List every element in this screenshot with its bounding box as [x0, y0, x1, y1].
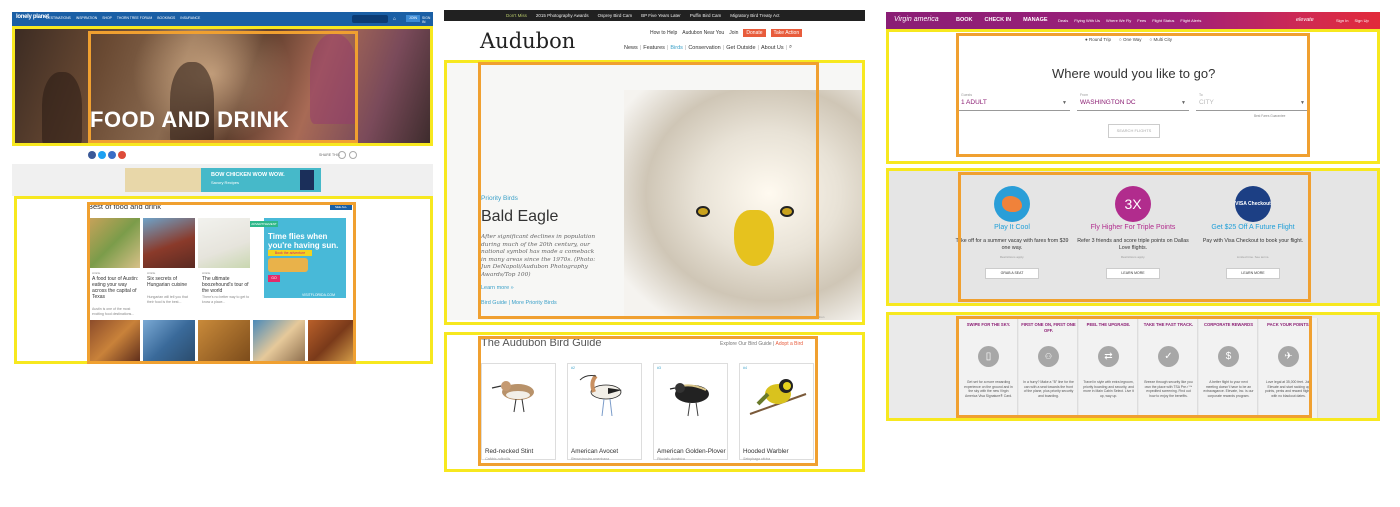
lp-nav-item[interactable]: BOOKINGS: [157, 16, 175, 20]
lp-search-input[interactable]: [352, 15, 388, 23]
va-account-links: Sign In Sign Up: [1336, 18, 1369, 23]
bookmark-icon[interactable]: [349, 151, 357, 159]
donate-button[interactable]: Donate: [743, 29, 766, 37]
lp-nav-item[interactable]: INSPIRATION: [76, 16, 97, 20]
au-util-link[interactable]: Audubon Near You: [682, 30, 724, 36]
lp-share-label: SHARE THIS: [319, 153, 340, 157]
content-highlight-box: [958, 172, 1311, 302]
lp-nav-items: DESTINATIONS INSPIRATION SHOP THORN TREE…: [46, 16, 200, 20]
va-main-nav: BOOK CHECK IN MANAGE: [956, 17, 1048, 23]
content-highlight-box: [956, 33, 1310, 157]
nav-separator: |: [666, 44, 669, 51]
lp-nav-item[interactable]: THORN TREE FORUM: [117, 16, 152, 20]
nav-features[interactable]: Features: [643, 45, 665, 51]
nav-about-us[interactable]: About Us: [761, 45, 784, 51]
au-util-link[interactable]: How to Help: [650, 30, 677, 36]
sign-up-link[interactable]: Sign Up: [1354, 18, 1368, 23]
lp-nav-item[interactable]: SHOP: [102, 16, 112, 20]
search-icon[interactable]: ⌕: [789, 44, 792, 51]
nav-check-in[interactable]: CHECK IN: [985, 17, 1012, 23]
au-main-nav: News | Features | Birds | Conservation | Get…: [624, 44, 792, 51]
googleplus-icon[interactable]: [118, 151, 126, 159]
twitter-icon[interactable]: [98, 151, 106, 159]
au-top-link[interactable]: Migratory Bird Treaty Act: [730, 13, 779, 18]
nav-get-outside[interactable]: Get Outside: [726, 45, 755, 51]
lp-nav-item[interactable]: INSURANCE: [180, 16, 200, 20]
au-top-link: Don't Miss: [506, 13, 527, 18]
au-top-link[interactable]: Osprey Bird Cam: [598, 13, 633, 18]
sign-in-link[interactable]: Sign In: [1336, 18, 1348, 23]
au-utility-nav: How to Help Audubon Near You Join Donate…: [650, 29, 803, 37]
va-sub-link[interactable]: Deals: [1058, 18, 1068, 23]
au-top-links: Don't Miss 2015 Photography Awards Ospre…: [506, 13, 780, 18]
va-sub-nav: Deals Flying With Us Where We Fly Fees F…: [1058, 18, 1201, 23]
cart-icon[interactable]: ⌂: [393, 16, 396, 22]
content-highlight-box: [478, 62, 819, 319]
va-sub-link[interactable]: Flying With Us: [1074, 18, 1100, 23]
nav-separator: |: [722, 44, 725, 51]
va-sub-link[interactable]: Fees: [1137, 18, 1146, 23]
va-logo[interactable]: Virgin america: [894, 16, 939, 23]
content-highlight-box: [478, 336, 818, 466]
au-top-link[interactable]: 2015 Photography Awards: [536, 13, 589, 18]
au-top-link[interactable]: BP Five Years Later: [641, 13, 681, 18]
nav-birds[interactable]: Birds: [670, 45, 683, 51]
nav-manage[interactable]: MANAGE: [1023, 17, 1047, 23]
facebook-icon[interactable]: [88, 151, 96, 159]
lp-banner-ad-sub: Savory Recipes: [211, 180, 240, 185]
au-top-link[interactable]: Puffin Bird Cam: [690, 13, 721, 18]
nav-separator: |: [639, 44, 642, 51]
lp-share-icons: [88, 151, 126, 159]
nav-separator: |: [757, 44, 759, 51]
lp-banner-ad-product: [300, 170, 314, 190]
lp-signin-link[interactable]: SIGN IN: [422, 16, 433, 24]
lp-banner-ad-text: BOW CHICKEN WOW WOW.: [211, 172, 285, 178]
pinterest-icon[interactable]: [108, 151, 116, 159]
va-sub-link[interactable]: Flight Alerts: [1180, 18, 1201, 23]
nav-separator: |: [684, 44, 687, 51]
share-icon[interactable]: [338, 151, 346, 159]
take-action-button[interactable]: Take Action: [770, 29, 803, 37]
lp-nav-item[interactable]: DESTINATIONS: [46, 16, 71, 20]
au-logo[interactable]: Audubon: [480, 29, 575, 53]
au-util-link[interactable]: Join: [729, 30, 738, 36]
content-highlight-box: [88, 31, 358, 143]
content-highlight-box: [956, 316, 1312, 418]
lp-join-button[interactable]: JOIN: [406, 15, 420, 22]
elevate-logo[interactable]: elevate: [1296, 17, 1314, 23]
va-sub-link[interactable]: Where We Fly: [1106, 18, 1131, 23]
content-highlight-box: [87, 202, 356, 364]
va-sub-link[interactable]: Flight Status: [1152, 18, 1174, 23]
lp-banner-ad-image: [125, 168, 201, 192]
nav-book[interactable]: BOOK: [956, 17, 973, 23]
nav-separator: |: [785, 44, 788, 51]
nav-conservation[interactable]: Conservation: [688, 45, 720, 51]
lp-logo[interactable]: lonely planet: [16, 14, 49, 20]
nav-news[interactable]: News: [624, 45, 638, 51]
